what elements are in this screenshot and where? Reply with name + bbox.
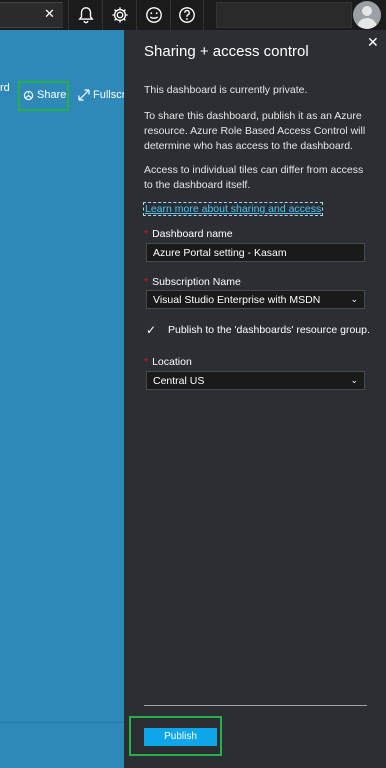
avatar-body xyxy=(357,18,377,29)
location-select[interactable]: Central US ⌄ xyxy=(146,371,365,390)
close-icon[interactable]: ✕ xyxy=(367,35,379,51)
share-button[interactable]: Share xyxy=(23,89,66,101)
checkbox-label: Publish to the 'dashboards' resource gro… xyxy=(168,324,370,336)
feedback-button[interactable] xyxy=(136,0,170,30)
publish-explanation-text: To share this dashboard, publish it as a… xyxy=(144,110,366,152)
location-label: * Location xyxy=(144,356,192,368)
dashboard-name-input[interactable]: Azure Portal setting - Kasam xyxy=(146,243,365,262)
chevron-down-icon: ⌄ xyxy=(350,375,358,386)
required-marker: * xyxy=(144,228,149,240)
subscription-label: * Subscription Name xyxy=(144,276,241,288)
location-label-text: Location xyxy=(152,356,192,368)
learn-more-link[interactable]: Learn more about sharing and access xyxy=(142,202,324,216)
required-marker: * xyxy=(144,276,149,288)
subscription-select[interactable]: Visual Studio Enterprise with MSDN ⌄ xyxy=(146,290,365,309)
footer-divider xyxy=(144,705,367,706)
subscription-value: Visual Studio Enterprise with MSDN xyxy=(153,293,321,306)
share-icon xyxy=(23,90,34,100)
checkbox[interactable]: ✓ xyxy=(144,323,158,337)
dashboard-name-label: * Dashboard name xyxy=(144,228,233,240)
sharing-panel: Sharing + access control ✕ This dashboar… xyxy=(124,30,386,768)
required-marker: * xyxy=(144,356,149,368)
avatar-head xyxy=(362,6,372,16)
dashboard-partial-label: rd xyxy=(0,82,10,94)
smiley-icon xyxy=(145,7,162,23)
share-label: Share xyxy=(37,89,67,101)
dashboard-name-value: Azure Portal setting - Kasam xyxy=(153,246,287,259)
help-button[interactable] xyxy=(170,0,204,30)
account-area[interactable] xyxy=(216,2,352,28)
fullscreen-icon xyxy=(78,89,90,101)
search-clear-icon[interactable]: ✕ xyxy=(44,7,55,22)
private-status-text: This dashboard is currently private. xyxy=(144,84,308,96)
dashboard-area: rd Share Fullscre xyxy=(0,30,132,768)
dashboard-name-label-text: Dashboard name xyxy=(152,228,233,240)
dashboard-command-bar: rd Share Fullscre xyxy=(0,70,132,111)
dashboard-divider xyxy=(0,722,124,723)
gear-icon xyxy=(111,7,128,23)
bell-icon xyxy=(77,7,94,24)
chevron-down-icon: ⌄ xyxy=(350,294,358,305)
settings-button[interactable] xyxy=(102,0,136,30)
avatar[interactable] xyxy=(353,1,381,29)
notifications-button[interactable] xyxy=(68,0,102,30)
search-box[interactable]: ✕ xyxy=(0,2,63,28)
panel-title: Sharing + access control xyxy=(144,43,309,60)
top-bar: ✕ xyxy=(0,0,386,30)
publish-button[interactable]: Publish xyxy=(144,728,217,746)
tile-access-text: Access to individual tiles can differ fr… xyxy=(144,164,364,191)
help-icon xyxy=(179,7,195,23)
subscription-label-text: Subscription Name xyxy=(152,276,241,288)
location-value: Central US xyxy=(153,374,205,387)
publish-resource-group-checkbox-row[interactable]: ✓ Publish to the 'dashboards' resource g… xyxy=(144,323,370,337)
